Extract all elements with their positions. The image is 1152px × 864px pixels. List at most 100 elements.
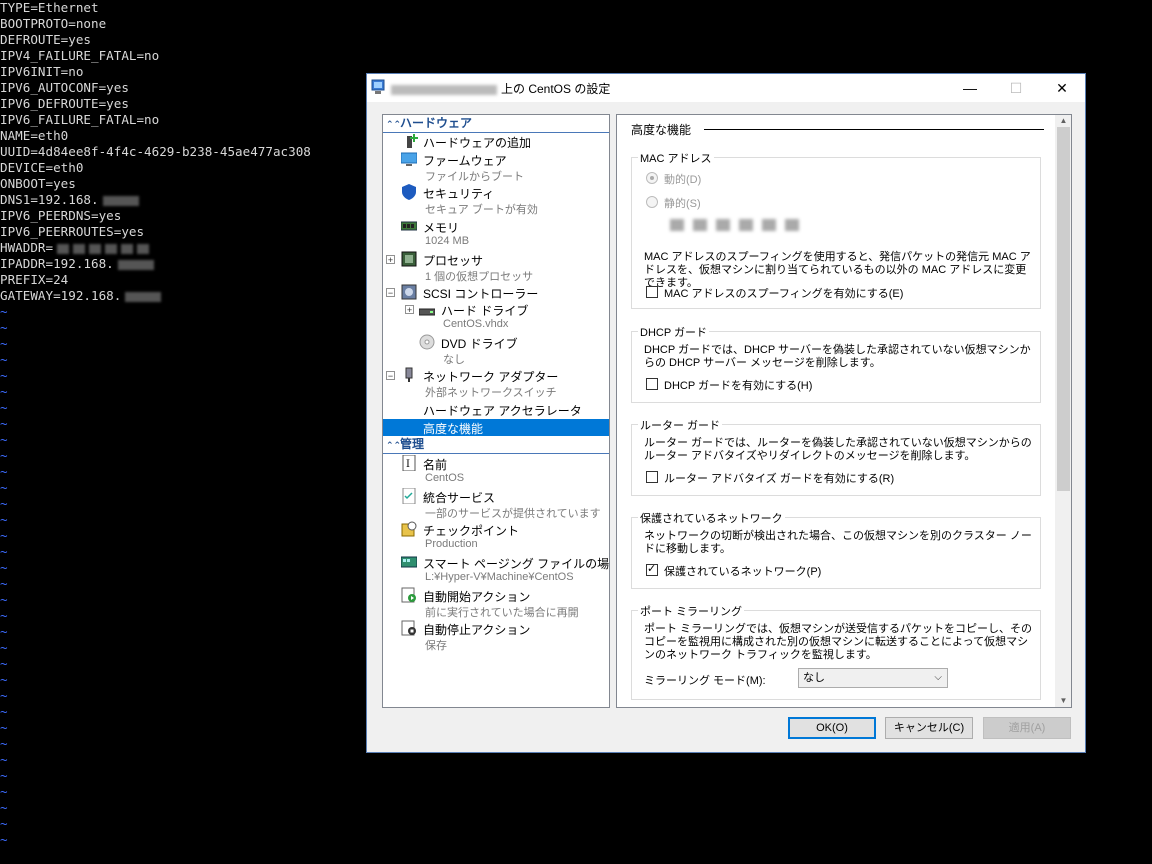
collapse-icon[interactable]: − (386, 371, 395, 381)
collapse-chevron-icon[interactable]: ⌃⌃ (386, 437, 401, 454)
vim-empty-line-tilde: ~ (0, 480, 8, 495)
vim-empty-line-tilde: ~ (0, 352, 8, 367)
tree-item-label: 高度な機能 (423, 422, 484, 436)
vim-empty-line-tilde: ~ (0, 752, 8, 767)
group-label: MAC アドレス (638, 150, 714, 166)
tree-item-smart-paging[interactable]: スマート ページング ファイルの場所 L:¥Hyper-V¥Machine¥Ce… (383, 554, 609, 587)
tree-item-label: 統合サービス (423, 491, 496, 505)
router-guard-checkbox[interactable] (646, 471, 658, 483)
tree-item-label: ファームウェア (423, 154, 507, 168)
cancel-button[interactable]: キャンセル(C) (885, 717, 973, 739)
hard-drive-icon (419, 308, 435, 316)
scroll-down-arrow-icon[interactable]: ▼ (1055, 695, 1071, 707)
mac-spoofing-label[interactable]: MAC アドレスのスプーフィングを有効にする(E) (664, 285, 903, 301)
group-label: DHCP ガード (638, 324, 710, 340)
dhcp-guard-checkbox[interactable] (646, 378, 658, 390)
tree-item-hard-drive[interactable]: + ハード ドライブ CentOS.vhdx (383, 301, 609, 334)
tree-item-advanced-features[interactable]: 高度な機能 (383, 419, 609, 436)
router-guard-label[interactable]: ルーター アドバタイズ ガードを有効にする(R) (664, 470, 894, 486)
tree-item-detail: Production (425, 538, 478, 550)
ok-button[interactable]: OK(O) (788, 717, 876, 739)
mirroring-mode-label: ミラーリング モード(M): (644, 675, 766, 687)
network-adapter-icon (405, 367, 413, 382)
chevron-down-icon: ⌵ (934, 672, 942, 683)
redacted-value (137, 243, 150, 254)
protected-network-checkbox[interactable] (646, 562, 658, 576)
terminal-line: IPV6_DEFROUTE=yes (0, 96, 129, 111)
maximize-button: ☐ (1009, 80, 1023, 96)
vertical-scrollbar[interactable]: ▲ ▼ (1055, 115, 1071, 707)
tree-item-auto-start[interactable]: 自動開始アクション 前に実行されていた場合に再開 (383, 587, 609, 620)
tree-item-label: ハードウェアの追加 (423, 136, 532, 150)
dhcp-description: DHCP ガードでは、DHCP サーバーを偽装した承認されていない仮想マシンから… (644, 344, 1031, 369)
integration-services-icon (402, 488, 416, 504)
vim-empty-line-tilde: ~ (0, 640, 8, 655)
scsi-controller-icon (401, 284, 417, 300)
window-title: 上の CentOS の設定 (391, 80, 610, 97)
vim-empty-line-tilde: ~ (0, 704, 8, 719)
tree-item-firmware[interactable]: ファームウェア ファイルからブート (383, 151, 609, 184)
vim-empty-line-tilde: ~ (0, 784, 8, 799)
group-label: ポート ミラーリング (638, 603, 745, 619)
tree-item-label: ネットワーク アダプター (423, 370, 559, 384)
expand-icon[interactable]: + (386, 255, 395, 265)
add-hardware-icon (407, 134, 418, 148)
mirroring-mode-select[interactable]: なし ⌵ (798, 668, 948, 688)
terminal-line: IPV6_FAILURE_FATAL=no (0, 112, 160, 127)
tree-item-label: 自動開始アクション (423, 590, 531, 604)
management-header-label: 管理 (400, 437, 425, 451)
tree-item-integration-services[interactable]: 統合サービス 一部のサービスが提供されています (383, 488, 609, 521)
terminal-line: IPV6_PEERROUTES=yes (0, 224, 145, 239)
collapse-icon[interactable]: − (386, 288, 395, 298)
auto-stop-icon (401, 620, 416, 636)
vim-empty-line-tilde: ~ (0, 768, 8, 783)
tree-item-network-adapter[interactable]: − ネットワーク アダプター 外部ネットワークスイッチ (383, 367, 609, 400)
management-section-header[interactable]: ⌃⌃管理 (383, 436, 609, 454)
tree-item-add-hardware[interactable]: ハードウェアの追加 (383, 133, 609, 150)
terminal-line: GATEWAY=192.168. (0, 288, 162, 304)
tree-item-security[interactable]: セキュリティ セキュア ブートが有効 (383, 184, 609, 217)
tree-item-memory[interactable]: メモリ 1024 MB (383, 218, 609, 251)
title-bar[interactable]: 上の CentOS の設定 — ☐ ✕ (367, 74, 1085, 102)
hardware-section-header[interactable]: ⌃⌃ハードウェア (383, 115, 609, 133)
title-text: 上の CentOS の設定 (501, 82, 611, 96)
tree-item-name[interactable]: I 名前 CentOS (383, 455, 609, 488)
dhcp-guard-label[interactable]: DHCP ガードを有効にする(H) (664, 377, 812, 393)
collapse-chevron-icon[interactable]: ⌃⌃ (386, 116, 401, 133)
tree-item-scsi-controller[interactable]: − SCSI コントローラー (383, 284, 609, 301)
mac-spoofing-checkbox[interactable] (646, 286, 658, 298)
redacted-value (105, 243, 118, 254)
tree-item-auto-stop[interactable]: 自動停止アクション 保存 (383, 620, 609, 653)
tree-item-detail: 1024 MB (425, 235, 470, 247)
tree-item-detail: 前に実行されていた場合に再開 (425, 607, 579, 619)
processor-icon (401, 251, 417, 267)
tree-item-label: 名前 (423, 458, 448, 472)
redacted-value (117, 259, 154, 270)
terminal-line: DEFROUTE=yes (0, 32, 91, 47)
protected-network-label[interactable]: 保護されているネットワーク(P) (664, 563, 821, 579)
redacted-value (125, 291, 162, 302)
scroll-up-arrow-icon[interactable]: ▲ (1055, 115, 1071, 127)
terminal-line: IPV6INIT=no (0, 64, 84, 79)
scrollbar-thumb[interactable] (1057, 127, 1070, 491)
firmware-icon (401, 152, 417, 166)
vim-empty-line-tilde: ~ (0, 416, 8, 431)
minimize-button[interactable]: — (947, 74, 993, 102)
tree-item-hardware-accelerator[interactable]: ハードウェア アクセラレータ (383, 401, 609, 418)
tree-item-detail: なし (443, 354, 465, 366)
mirroring-description: ポート ミラーリングでは、仮想マシンが送受信するパケットをコピーし、そのコピーを… (644, 623, 1033, 661)
vim-empty-line-tilde: ~ (0, 832, 8, 847)
terminal-line: DNS1=192.168. (0, 192, 139, 208)
tree-item-processor[interactable]: + プロセッサ 1 個の仮想プロセッサ (383, 251, 609, 284)
memory-icon (401, 221, 417, 231)
expand-icon[interactable]: + (405, 305, 414, 315)
vim-empty-line-tilde: ~ (0, 608, 8, 623)
tree-item-checkpoint[interactable]: チェックポイント Production (383, 521, 609, 554)
vim-empty-line-tilde: ~ (0, 384, 8, 399)
redacted-value (102, 195, 139, 206)
svg-text:I: I (406, 459, 410, 470)
vim-empty-line-tilde: ~ (0, 592, 8, 607)
tree-item-dvd-drive[interactable]: DVD ドライブ なし (383, 334, 609, 367)
port-mirroring-group: ポート ミラーリング ポート ミラーリングでは、仮想マシンが送受信するパケットを… (631, 603, 1041, 700)
close-button[interactable]: ✕ (1039, 74, 1085, 102)
